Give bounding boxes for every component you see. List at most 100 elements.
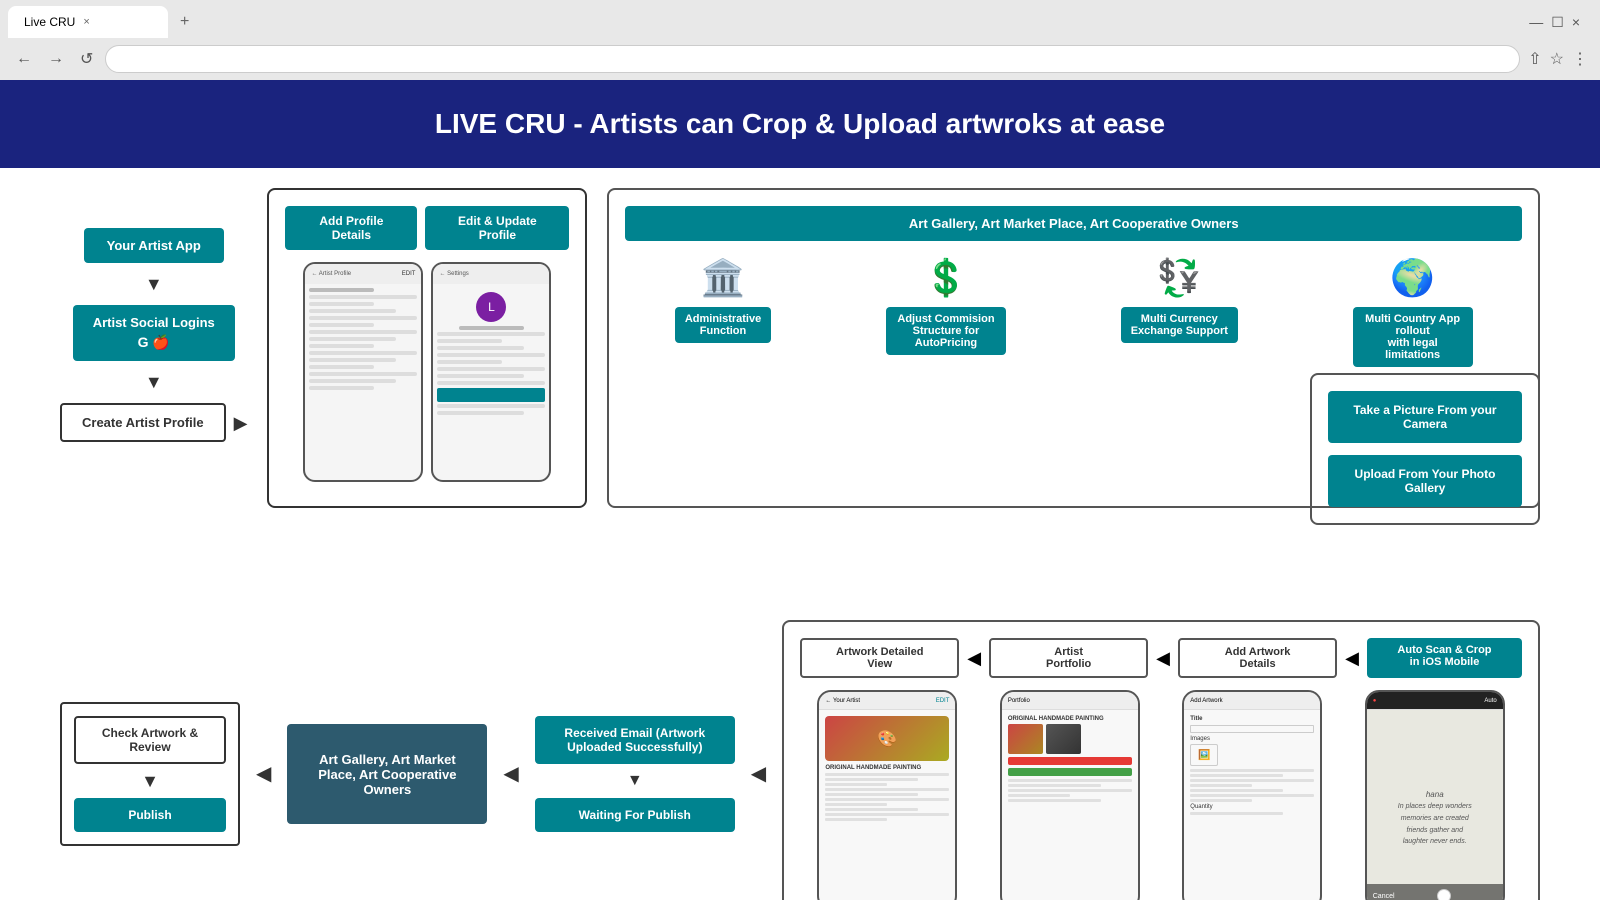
arrow-left-phones: ◀ xyxy=(751,764,766,784)
artwork-image: 🎨 xyxy=(825,716,949,761)
forward-button[interactable]: → xyxy=(44,46,68,72)
add-artwork-label: Add ArtworkDetails xyxy=(1178,638,1337,678)
shutter-btn xyxy=(1437,889,1451,900)
tab-close-btn[interactable]: × xyxy=(83,16,89,28)
add-artwork-phone: Add Artwork Title Images 🖼️ xyxy=(1182,690,1322,900)
pline xyxy=(309,302,374,306)
camera-label: Take a Picture From your Camera xyxy=(1353,403,1496,431)
sp-line xyxy=(1190,789,1283,792)
down-arrow-email: ▼ xyxy=(535,772,735,790)
arrow-left-gallery: ◀ xyxy=(256,764,271,784)
address-bar-row: ← → ↺ ⇧ ☆ ⋮ xyxy=(0,38,1600,80)
publish-item: Publish xyxy=(74,798,226,832)
artist-portfolio-phone: Portfolio ORIGINAL HANDMADE PAINTING xyxy=(1000,690,1140,900)
pline xyxy=(309,330,417,334)
sp-line xyxy=(825,798,949,801)
maximize-btn[interactable]: ☐ xyxy=(1551,14,1564,31)
add-profile-label: Add Profile Details xyxy=(319,214,383,242)
received-email-label: Received Email (Artwork Uploaded Success… xyxy=(564,726,705,754)
minimize-btn[interactable]: — xyxy=(1529,14,1543,30)
feature-currency: 💱 Multi CurrencyExchange Support xyxy=(1121,257,1238,367)
pline2 xyxy=(437,411,523,415)
sp-line xyxy=(1190,784,1252,787)
social-logins-box: Artist Social Logins G 🍎 xyxy=(73,305,235,361)
publish-box: Check Artwork & Review ▼ Publish xyxy=(60,702,240,846)
phone-screen-1-header: ← Artist Profile EDIT xyxy=(305,264,421,284)
artwork-detail-phone: ← Your Artist EDIT 🎨 ORIGINAL HANDMADE P… xyxy=(817,690,957,900)
sp-line xyxy=(1008,794,1070,797)
pline2 xyxy=(437,353,545,357)
arrow-right-1: ▶ xyxy=(234,414,248,432)
currency-label: Multi CurrencyExchange Support xyxy=(1121,307,1238,343)
pline2 xyxy=(437,339,502,343)
teal-bar xyxy=(437,388,545,402)
arrow-down-1: ▼ xyxy=(145,275,163,293)
camera-section: Take a Picture From your Camera Upload F… xyxy=(1310,373,1540,525)
waiting-publish-box: Waiting For Publish xyxy=(535,798,735,832)
tab-label: Live CRU xyxy=(24,15,75,29)
menu-icon[interactable]: ⋮ xyxy=(1572,49,1588,69)
admin-icon: 🏛️ xyxy=(701,257,746,299)
address-bar[interactable] xyxy=(105,45,1520,73)
quantity-label: Quantity xyxy=(1190,804,1314,810)
back-button[interactable]: ← xyxy=(12,46,36,72)
check-artwork-item: Check Artwork & Review xyxy=(74,716,226,764)
pline xyxy=(309,316,417,320)
title-field xyxy=(1190,725,1314,733)
phones-row: ← Your Artist EDIT 🎨 ORIGINAL HANDMADE P… xyxy=(800,690,1522,900)
add-profile-tab: Add Profile Details xyxy=(285,206,417,250)
pline2 xyxy=(437,360,502,364)
currency-icon: 💱 xyxy=(1157,257,1202,299)
email-section: Received Email (Artwork Uploaded Success… xyxy=(535,716,735,832)
phone-screens: ← Artist Profile EDIT xyxy=(303,262,551,482)
refresh-button[interactable]: ↺ xyxy=(76,45,97,73)
close-btn[interactable]: × xyxy=(1572,14,1580,30)
pline2 xyxy=(437,346,523,350)
sp1-content: 🎨 ORIGINAL HANDMADE PAINTING xyxy=(819,710,955,829)
sp2-content: ORIGINAL HANDMADE PAINTING xyxy=(1002,710,1138,810)
pline xyxy=(309,309,395,313)
country-icon: 🌍 xyxy=(1390,257,1435,299)
pline xyxy=(309,379,395,383)
camera-box: Take a Picture From your Camera xyxy=(1328,391,1522,443)
bottom-section: Check Artwork & Review ▼ Publish ◀ Art G… xyxy=(60,620,1540,900)
edit-profile-tab: Edit & Update Profile xyxy=(425,206,569,250)
sp1-header: ← Your Artist EDIT xyxy=(819,692,955,710)
arrow-between-3: ◀ xyxy=(1345,638,1359,678)
phone-screen-2-header: ← Settings xyxy=(433,264,549,284)
portfolio-images xyxy=(1008,724,1132,754)
share-icon[interactable]: ⇧ xyxy=(1528,49,1541,69)
sp-line xyxy=(1008,784,1101,787)
new-tab-button[interactable]: + xyxy=(172,9,197,35)
publish-label: Publish xyxy=(128,808,171,822)
pline xyxy=(309,365,374,369)
country-label: Multi Country App rolloutwith legal limi… xyxy=(1353,307,1473,367)
phone-screen-2: ← Settings L xyxy=(431,262,551,482)
img-placeholder: 🖼️ xyxy=(1190,744,1218,766)
arrow-down-2: ▼ xyxy=(145,373,163,391)
edit-profile-label: Edit & Update Profile xyxy=(458,214,537,242)
arrow-down-publish: ▼ xyxy=(141,772,159,790)
bookmark-icon[interactable]: ☆ xyxy=(1550,49,1564,69)
phones-bottom: Artwork DetailedView ◀ ArtistPortfolio ◀… xyxy=(782,620,1540,900)
your-artist-app-box: Your Artist App xyxy=(84,228,224,263)
sp-line xyxy=(1008,799,1101,802)
pline2 xyxy=(437,332,545,336)
left-flow: Your Artist App ▼ Artist Social Logins G… xyxy=(60,188,247,508)
pline2 xyxy=(459,326,524,330)
active-tab[interactable]: Live CRU × xyxy=(8,6,168,38)
social-icons: G 🍎 xyxy=(93,334,215,351)
page-content: LIVE CRU - Artists can Crop & Upload art… xyxy=(0,80,1600,900)
sp-line xyxy=(825,808,918,811)
sp-line xyxy=(825,813,949,816)
arrow-between-1: ◀ xyxy=(967,638,981,678)
waiting-publish-label: Waiting For Publish xyxy=(579,808,691,822)
cancel-text: Cancel xyxy=(1373,893,1395,900)
phone-tabs: Add Profile Details Edit & Update Profil… xyxy=(285,206,569,250)
gallery-owners-box: Art Gallery, Art Market Place, Art Coope… xyxy=(287,724,487,824)
phone-screen-2-body: L xyxy=(433,284,549,422)
gallery-features: 🏛️ AdministrativeFunction 💲 Adjust Commi… xyxy=(625,257,1522,367)
social-logins-label: Artist Social Logins xyxy=(93,315,215,330)
spacer: x xyxy=(1493,893,1497,900)
phones-bottom-header: Artwork DetailedView ◀ ArtistPortfolio ◀… xyxy=(800,638,1522,678)
